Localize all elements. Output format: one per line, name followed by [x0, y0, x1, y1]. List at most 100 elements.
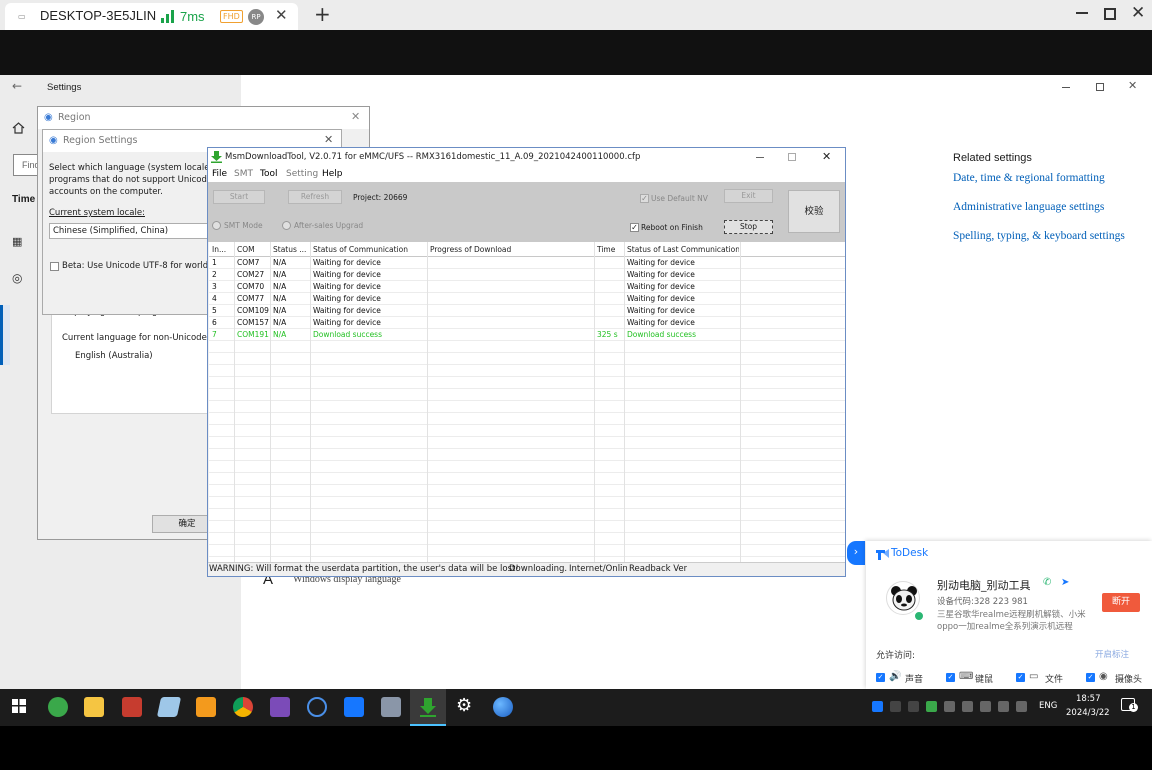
msm-taskbar-button[interactable]: [410, 689, 446, 726]
settings-minimize-icon[interactable]: [1062, 87, 1070, 88]
todesk-collapse-button[interactable]: ›: [847, 541, 865, 565]
todesk-taskbar-icon[interactable]: [344, 697, 364, 717]
device-cell-last: Waiting for device: [627, 258, 695, 267]
msm-close-icon[interactable]: ✕: [822, 150, 831, 163]
disconnect-button[interactable]: 断开: [1102, 593, 1140, 612]
input-language[interactable]: ENG: [1039, 701, 1057, 711]
locale-dropdown[interactable]: Chinese (Simplified, China): [49, 223, 219, 239]
file-explorer-icon[interactable]: [84, 697, 104, 717]
edit-tray-icon[interactable]: [944, 701, 955, 712]
green-tray-icon[interactable]: [926, 701, 937, 712]
menu-setting[interactable]: Setting: [286, 169, 318, 179]
home-icon[interactable]: [12, 122, 25, 134]
menu-smt[interactable]: SMT: [234, 169, 253, 179]
permission-camera-checkbox[interactable]: ✓: [1086, 673, 1095, 682]
menu-help[interactable]: Help: [322, 169, 343, 179]
link-administrative-language[interactable]: Administrative language settings: [953, 201, 1104, 213]
realme-tool-icon[interactable]: [307, 697, 327, 717]
notes-app-icon[interactable]: [156, 697, 182, 717]
region-globe-taskbar-icon[interactable]: [493, 697, 513, 717]
permission-sound-checkbox[interactable]: ✓: [876, 673, 885, 682]
link-date-time-formatting[interactable]: Date, time & regional formatting: [953, 172, 1105, 184]
refresh-button[interactable]: Refresh: [288, 190, 342, 204]
panda-avatar: [886, 581, 920, 615]
settings-gear-icon[interactable]: ⚙: [456, 695, 472, 716]
chat-tray-icon[interactable]: [980, 701, 991, 712]
start-menu-icon[interactable]: [12, 699, 26, 713]
device-cell-com: COM191: [237, 330, 269, 339]
link-spelling-typing-keyboard[interactable]: Spelling, typing, & keyboard settings: [953, 230, 1125, 242]
todesk-tray-icon[interactable]: [872, 701, 883, 712]
device-row[interactable]: 3 COM70 N/A Waiting for device Waiting for d…: [209, 280, 845, 292]
phone-icon[interactable]: ✆: [1043, 577, 1051, 588]
status-column-header[interactable]: Status ...: [273, 245, 309, 254]
latency-label: 7ms: [180, 9, 205, 24]
time-column-header[interactable]: Time: [597, 245, 623, 254]
device-list-grid[interactable]: In... COM Status ... Status of Communicatio…: [209, 242, 845, 562]
viewer-tab[interactable]: ▭ DESKTOP-3E5JLIN 7ms FHD RP ✕: [5, 3, 298, 30]
use-default-nv-checkbox[interactable]: ✓: [640, 194, 649, 203]
notification-icon[interactable]: 1: [1121, 698, 1138, 712]
device-cell-comm: Waiting for device: [313, 258, 381, 267]
todesk-device-name: 别动电脑_别动工具: [937, 579, 1031, 592]
device-tool-icon[interactable]: [381, 697, 401, 717]
utf8-checkbox[interactable]: [50, 262, 59, 271]
permission-file-checkbox[interactable]: ✓: [1016, 673, 1025, 682]
com-column-header[interactable]: COM: [237, 245, 269, 254]
remote-desktop: ← Settings Find Time ▦ ◎ ✕ Related setti…: [0, 75, 1152, 689]
pointer-icon[interactable]: ➤: [1061, 577, 1069, 588]
device-row[interactable]: 1 COM7 N/A Waiting for device Waiting for de…: [209, 256, 845, 268]
device-row[interactable]: 5 COM109 N/A Waiting for device Waiting for …: [209, 304, 845, 316]
network-tray-icon[interactable]: [962, 701, 973, 712]
language-nav-selected[interactable]: [0, 305, 10, 365]
refresh-app-icon[interactable]: [48, 697, 68, 717]
last-communication-column-header[interactable]: Status of Last Communication: [627, 245, 739, 254]
smt-mode-radio[interactable]: [212, 221, 221, 230]
clock-date[interactable]: 2024/3/22: [1066, 708, 1110, 718]
device-row[interactable]: 7 COM191 N/A Download success 325 s Download …: [209, 328, 845, 340]
exit-button[interactable]: Exit: [724, 189, 773, 203]
msm-minimize-icon[interactable]: [756, 157, 764, 158]
after-sales-radio[interactable]: [282, 221, 291, 230]
quality-badge[interactable]: FHD: [220, 10, 243, 23]
reboot-on-finish-checkbox[interactable]: ✓: [630, 223, 639, 232]
device-cell-last: Download success: [627, 330, 697, 339]
verify-button[interactable]: 校验: [788, 190, 840, 233]
clock-time[interactable]: 18:57: [1076, 694, 1101, 704]
purple-tool-icon[interactable]: [270, 697, 290, 717]
annotate-button[interactable]: 开启标注: [1095, 648, 1129, 660]
settings-restore-icon[interactable]: [1096, 83, 1104, 91]
device-cell-index: 2: [212, 270, 217, 279]
volume-tray-icon[interactable]: [1016, 701, 1027, 712]
start-button[interactable]: Start: [213, 190, 265, 204]
menu-tool[interactable]: Tool: [260, 169, 277, 179]
settings-close-icon[interactable]: ✕: [1128, 79, 1137, 92]
maximize-viewer-icon[interactable]: [1104, 8, 1116, 20]
close-viewer-icon[interactable]: ✕: [1131, 3, 1145, 23]
orange-app-icon[interactable]: [196, 697, 216, 717]
region-settings-close-icon[interactable]: ✕: [324, 133, 333, 146]
index-column-header[interactable]: In...: [212, 245, 233, 254]
menu-file[interactable]: File: [212, 169, 227, 179]
device-row[interactable]: 6 COM157 N/A Waiting for device Waiting for …: [209, 316, 845, 328]
device-row[interactable]: 4 COM77 N/A Waiting for device Waiting for d…: [209, 292, 845, 304]
permission-keyboard-mouse-checkbox[interactable]: ✓: [946, 673, 955, 682]
wechat-work-tray-icon[interactable]: [890, 701, 901, 712]
region-close-icon[interactable]: ✕: [351, 110, 360, 123]
paint-app-icon[interactable]: [122, 697, 142, 717]
msm-maximize-icon[interactable]: [788, 153, 796, 161]
progress-column-header[interactable]: Progress of Download: [430, 245, 593, 254]
wifi-tray-icon[interactable]: [998, 701, 1009, 712]
communication-column-header[interactable]: Status of Communication: [313, 245, 426, 254]
globe-icon[interactable]: ◎: [12, 271, 22, 285]
chrome-icon[interactable]: [233, 697, 253, 717]
video-tray-icon[interactable]: [908, 701, 919, 712]
minimize-viewer-icon[interactable]: [1076, 12, 1088, 14]
back-arrow-icon[interactable]: ←: [12, 79, 22, 93]
new-tab-button[interactable]: +: [314, 2, 331, 26]
calendar-icon[interactable]: ▦: [12, 235, 22, 248]
stop-button[interactable]: Stop: [724, 220, 773, 234]
avatar[interactable]: RP: [248, 9, 264, 25]
device-row[interactable]: 2 COM27 N/A Waiting for device Waiting for d…: [209, 268, 845, 280]
close-tab-icon[interactable]: ✕: [275, 6, 288, 24]
